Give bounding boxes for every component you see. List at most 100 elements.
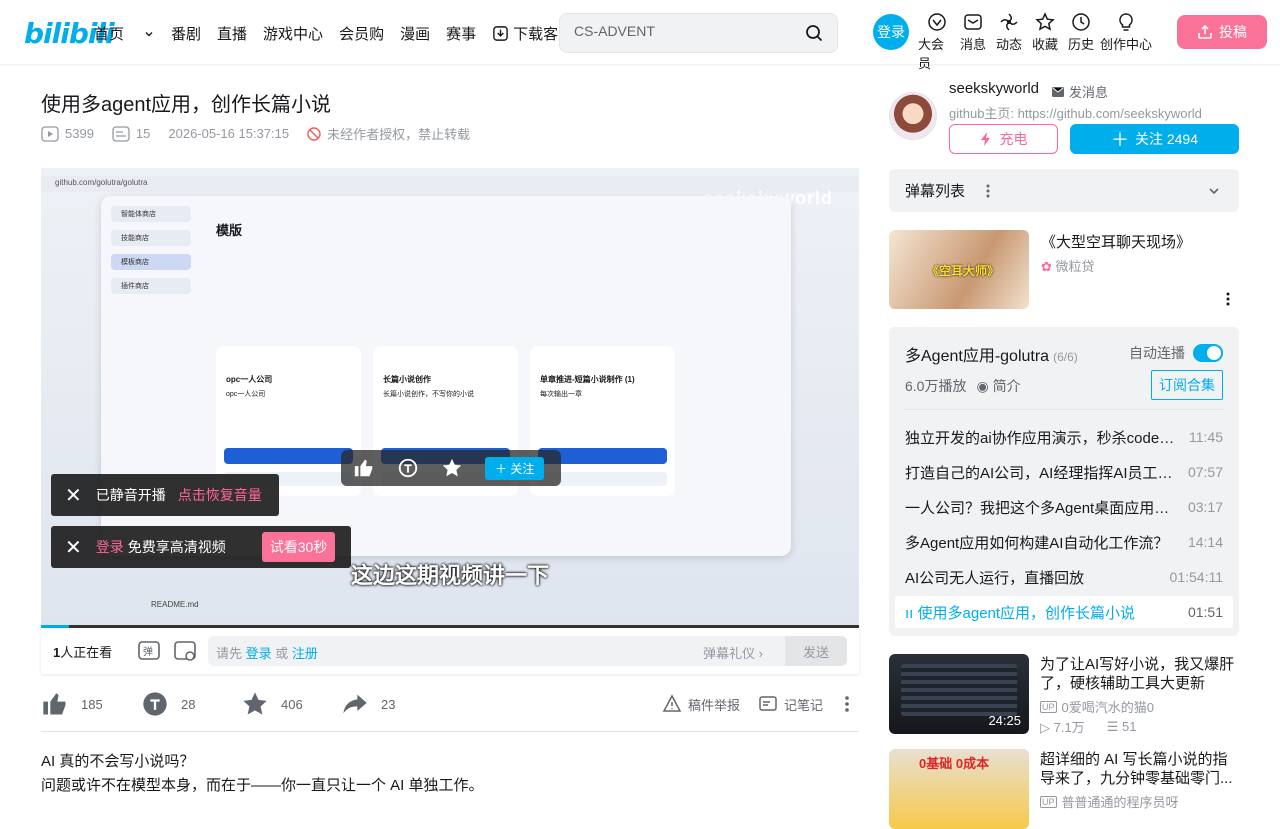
favorite-icon[interactable] — [441, 457, 463, 479]
collection-panel: 多Agent应用-golutra (6/6) 自动连播 6.0万播放 ◉ 简介 订阅… — [889, 327, 1239, 636]
recommend-card[interactable]: 0基础 0成本 超详细的 AI 写长篇小说的指导来了，九分钟零基础零门... U… — [889, 749, 1239, 829]
playing-icon: ıı — [905, 604, 914, 622]
nav-live[interactable]: 直播 — [217, 22, 247, 45]
danmaku-count: 15 — [135, 126, 151, 141]
share-button[interactable]: 23 — [341, 690, 395, 718]
dynamic-entry[interactable]: 动态 — [990, 12, 1028, 72]
toast-login-link[interactable]: 登录 — [96, 537, 124, 557]
video-meta: 5399 15 2026-05-16 15:37:15 未经作者授权，禁止转载 — [41, 124, 488, 143]
collection-episode[interactable]: 一人公司？我把这个多Agent桌面应用开源了 03:17 — [895, 491, 1233, 523]
coin-button[interactable]: 28 — [141, 690, 195, 718]
trial-button[interactable]: 试看30秒 — [261, 532, 336, 562]
upload-icon — [1198, 24, 1212, 39]
svg-text:弹: 弹 — [143, 645, 153, 658]
publish-date: 2026-05-16 15:37:15 — [168, 126, 290, 141]
dynamic-icon — [1000, 13, 1018, 31]
restore-volume-link[interactable]: 点击恢复音量 — [178, 485, 262, 505]
coin-icon[interactable] — [397, 457, 419, 479]
uploader-avatar[interactable] — [889, 92, 937, 140]
nav-esports[interactable]: 赛事 — [446, 22, 476, 45]
star-icon — [1035, 12, 1055, 31]
uploader-desc: github主页: https://github.com/seekskyworl… — [949, 106, 1202, 121]
like-icon[interactable] — [353, 457, 375, 479]
nav-anime[interactable]: 番剧 — [171, 22, 201, 45]
danmaku-etiquette-link[interactable]: 弹幕礼仪 › — [703, 643, 763, 662]
note-button[interactable]: 记笔记 — [758, 694, 823, 714]
danmaku-settings-icon[interactable] — [173, 639, 197, 663]
toggle-switch — [1193, 344, 1223, 362]
send-message-link[interactable]: 发消息 — [1051, 82, 1108, 101]
video-title: 使用多agent应用，创作长篇小说 — [41, 94, 332, 116]
danmaku-count-icon — [112, 125, 130, 142]
nav-mall[interactable]: 会员购 — [339, 22, 384, 45]
mail-icon — [1052, 86, 1064, 97]
danmaku-register-link[interactable]: 注册 — [292, 646, 318, 661]
video-description: AI 真的不会写小说吗？ 问题或许不在模型本身，而在于——你一直只让一个 AI … — [41, 753, 484, 794]
search-input[interactable] — [574, 23, 794, 39]
collection-episode-active[interactable]: ıı 使用多agent应用，创作长篇小说 01:51 — [895, 596, 1233, 628]
close-icon[interactable]: ✕ — [65, 483, 82, 508]
chevron-down-icon — [1209, 187, 1219, 194]
message-entry[interactable]: 消息 — [954, 12, 992, 72]
charge-button[interactable]: 充电 — [949, 124, 1058, 154]
nav-home[interactable]: 首页 — [94, 22, 155, 45]
uploader-name[interactable]: seekskyworld — [949, 80, 1039, 97]
star-icon — [243, 692, 267, 715]
header-icon-bar: 大会员 消息 动态 收藏 历史 创作中心 — [918, 12, 1152, 72]
search-icon[interactable] — [805, 24, 823, 42]
nav-manga[interactable]: 漫画 — [400, 22, 430, 45]
warning-icon — [662, 694, 682, 712]
login-avatar-button[interactable]: 登录 — [873, 14, 909, 50]
nav-game-center[interactable]: 游戏中心 — [263, 22, 323, 45]
bulb-icon — [1119, 13, 1133, 31]
favorite-button[interactable]: 406 — [241, 690, 303, 718]
note-icon — [759, 696, 777, 711]
favorites-entry[interactable]: 收藏 — [1026, 12, 1064, 72]
chevron-down-icon — [145, 31, 153, 36]
history-entry[interactable]: 历史 — [1062, 12, 1100, 72]
like-button[interactable]: 185 — [41, 690, 103, 718]
ad-card[interactable]: 《空耳大师》 《大型空耳聊天现场》 ✿ 微粒贷 — [889, 230, 1239, 310]
send-button[interactable]: 发送 — [785, 636, 847, 666]
ad-thumbnail: 《空耳大师》 — [889, 230, 1029, 309]
muted-toast: ✕ 已静音开播 点击恢复音量 — [51, 474, 279, 516]
danmaku-toggle-icon[interactable]: 弹 — [137, 639, 161, 663]
no-repost-icon — [307, 126, 321, 141]
vip-icon — [928, 13, 946, 31]
vip-entry[interactable]: 大会员 — [918, 12, 956, 72]
play-count: 5399 — [65, 126, 94, 141]
more-vertical-icon[interactable] — [1223, 291, 1233, 307]
report-button[interactable]: 稿件举报 — [662, 694, 740, 714]
collection-episode[interactable]: AI公司无人运行，直播回放 01:54:11 — [895, 561, 1233, 593]
collection-episode[interactable]: 打造自己的AI公司，AI经理指挥AI员工，... 07:57 — [895, 456, 1233, 488]
follow-button[interactable]: ＋关注 2494 — [1070, 124, 1239, 154]
danmaku-bar: 1人正在看 弹 请先 登录 或 注册 弹幕礼仪 › 发送 — [41, 628, 859, 674]
video-player[interactable]: github.com/golutra/golutra seekskyworld … — [41, 168, 859, 628]
share-icon — [343, 694, 367, 714]
coin-icon — [143, 692, 167, 716]
intro-link[interactable]: ◉ 简介 — [976, 376, 1020, 396]
more-icon[interactable] — [841, 694, 853, 714]
creator-center-entry[interactable]: 创作中心 — [1098, 12, 1154, 72]
close-icon[interactable]: ✕ — [65, 535, 82, 560]
upload-button[interactable]: 投稿 — [1177, 15, 1267, 49]
danmaku-list-toggle[interactable]: 弹幕列表 — [889, 169, 1239, 212]
collection-title: 多Agent应用-golutra (6/6) — [905, 348, 1078, 365]
thumbs-up-icon — [43, 693, 66, 715]
subscribe-collection-button[interactable]: 订阅合集 — [1151, 370, 1223, 400]
collection-episode[interactable]: 多Agent应用如何构建AI自动化工作流？ 14:14 — [895, 526, 1233, 558]
recommend-card[interactable]: 24:25 为了让AI写好小说，我又爆肝了，硬核辅助工具大更新 UP 0爱喝汽水的… — [889, 654, 1239, 735]
collection-episode[interactable]: 独立开发的ai协作应用演示，秒杀codex的... 11:45 — [895, 421, 1233, 453]
video-actions: 185 28 406 23 稿件举报 记笔记 — [41, 688, 859, 732]
viewer-count: 1人正在看 — [53, 644, 113, 660]
message-icon — [964, 14, 982, 30]
search-box — [559, 13, 838, 53]
player-follow-button[interactable]: ＋ 关注 — [485, 456, 545, 480]
danmaku-input[interactable]: 请先 登录 或 注册 弹幕礼仪 › 发送 — [208, 636, 847, 666]
autoplay-toggle[interactable]: 自动连播 — [1129, 343, 1223, 363]
recommend-thumbnail: 0基础 0成本 — [889, 749, 1029, 829]
danmaku-login-link[interactable]: 登录 — [246, 646, 272, 661]
ad-source: ✿ 微粒贷 — [1041, 259, 1095, 274]
more-vertical-icon — [986, 184, 990, 197]
copyright-notice: 未经作者授权，禁止转载 — [327, 127, 471, 142]
